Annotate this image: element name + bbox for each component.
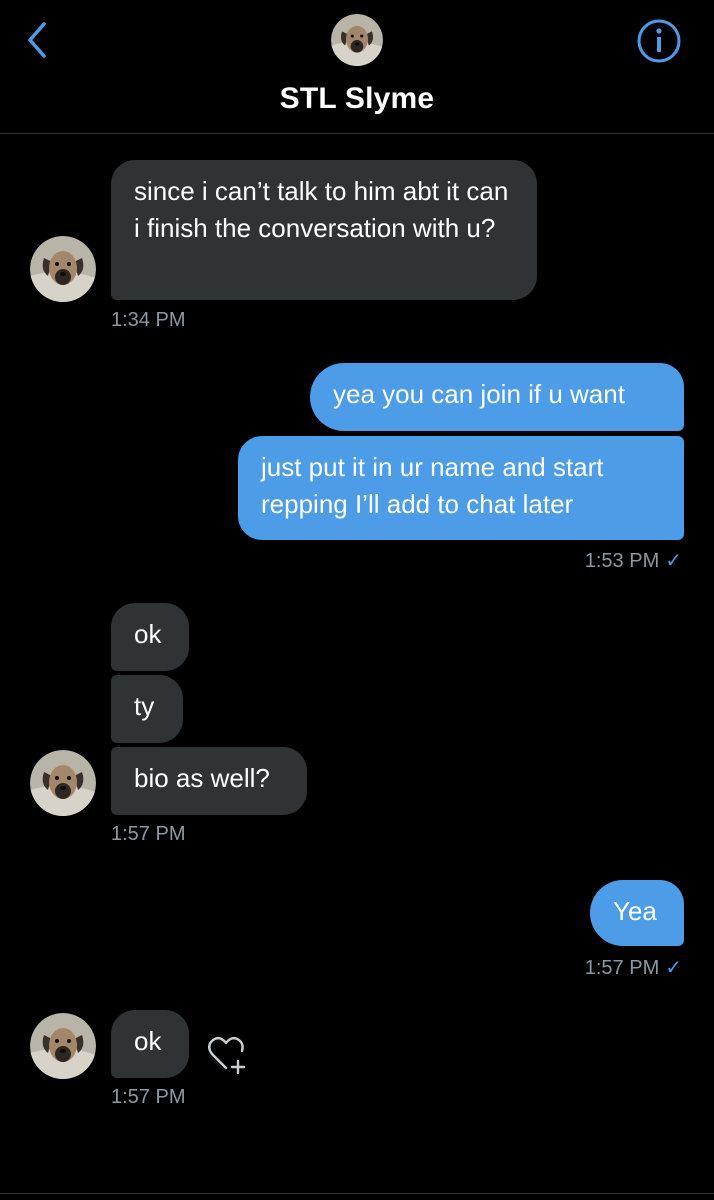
message-timestamp: 1:57 PM xyxy=(111,823,186,845)
incoming-message[interactable]: ok xyxy=(111,603,189,671)
chevron-left-icon xyxy=(28,22,46,58)
heart-plus-icon xyxy=(208,1036,246,1075)
incoming-message[interactable]: bio as well? xyxy=(111,747,307,815)
message-timestamp: 1:57 PM xyxy=(111,1086,186,1108)
dog-avatar-image xyxy=(30,236,96,302)
conversation-header: STL Slyme xyxy=(0,0,714,134)
read-check-icon: ✓ xyxy=(665,550,682,572)
header-avatar[interactable] xyxy=(331,14,383,66)
info-circle-icon xyxy=(637,19,681,63)
message-timestamp: 1:53 PM ✓ xyxy=(585,548,682,573)
composer-divider xyxy=(0,1193,714,1194)
page-title: STL Slyme xyxy=(279,82,435,115)
outgoing-message[interactable]: just put it in ur name and start repping… xyxy=(238,436,684,540)
incoming-message[interactable]: ok xyxy=(111,1010,189,1078)
incoming-message[interactable]: since i can’t talk to him abt it can i f… xyxy=(111,160,537,300)
dog-avatar-image xyxy=(30,1013,96,1079)
info-button[interactable] xyxy=(636,18,682,64)
sender-avatar[interactable] xyxy=(30,1013,96,1079)
dog-avatar-image xyxy=(331,14,383,66)
outgoing-message[interactable]: yea you can join if u want xyxy=(310,363,684,431)
incoming-message[interactable]: ty xyxy=(111,675,183,743)
sender-avatar[interactable] xyxy=(30,236,96,302)
read-check-icon: ✓ xyxy=(665,957,682,979)
timestamp-text: 1:57 PM xyxy=(584,957,660,979)
timestamp-text: 1:53 PM xyxy=(584,550,660,572)
react-heart-button[interactable] xyxy=(204,1032,250,1078)
sender-avatar[interactable] xyxy=(30,750,96,816)
dog-avatar-image xyxy=(30,750,96,816)
back-button[interactable] xyxy=(20,18,56,62)
message-timestamp: 1:57 PM ✓ xyxy=(585,955,682,980)
outgoing-message[interactable]: Yea xyxy=(590,880,684,946)
message-timestamp: 1:34 PM xyxy=(111,309,186,331)
